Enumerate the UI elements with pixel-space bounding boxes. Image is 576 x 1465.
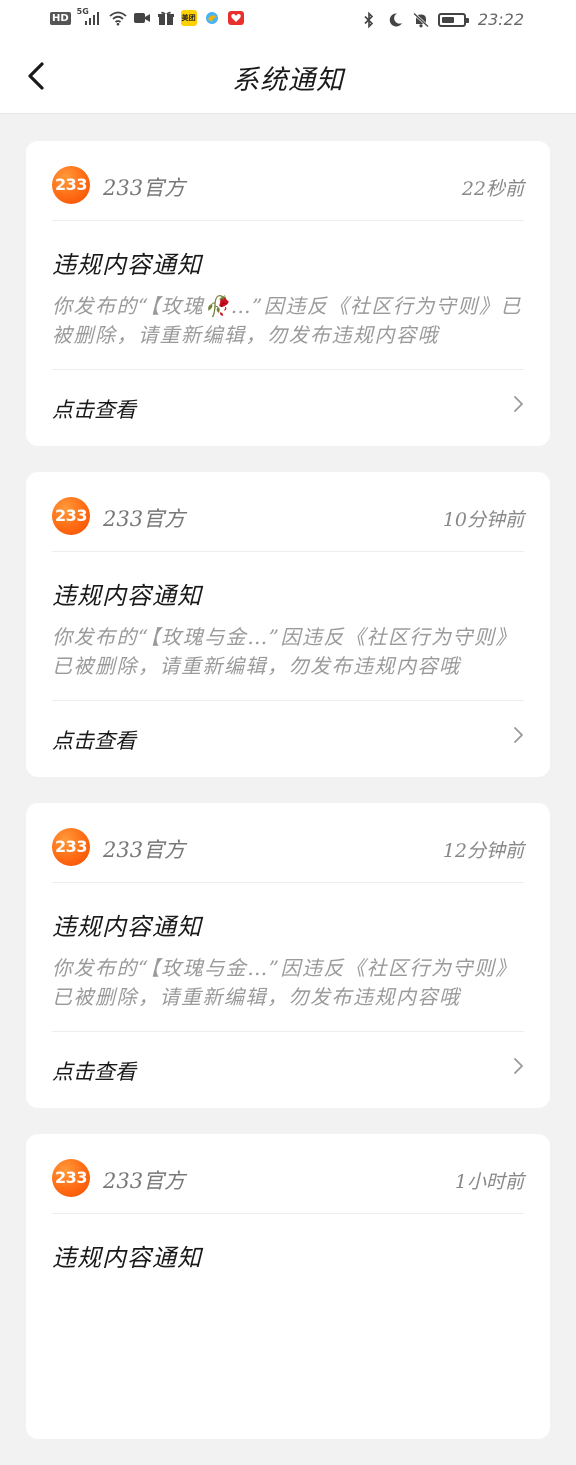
app-heart-icon: [227, 11, 244, 25]
chevron-right-icon: [514, 396, 523, 412]
hd-badge: HD: [50, 11, 71, 25]
notification-card: 233 233官方 22秒前 违规内容通知 你发布的“【玫瑰🥀…”因违反《社区行…: [26, 141, 550, 446]
status-bar-left: HD 5G 美团: [50, 7, 245, 26]
notification-body: 你发布的“【玫瑰与金…”因违反《社区行为守则》已被删除，请重新编辑，勿发布违规内…: [52, 623, 524, 701]
notification-header: 233 233官方 10分钟前: [52, 472, 524, 552]
notification-title: 违规内容通知: [52, 913, 202, 941]
status-bar-right: 23:22: [360, 10, 524, 29]
notification-card: 233 233官方 12分钟前 违规内容通知 你发布的“【玫瑰与金…”因违反《社…: [26, 803, 550, 1108]
notification-title: 违规内容通知: [52, 582, 202, 610]
notification-card: 233 233官方 1小时前 违规内容通知: [26, 1134, 550, 1439]
notification-header: 233 233官方 12分钟前: [52, 803, 524, 883]
page-title: 系统通知: [232, 65, 344, 96]
status-bar: HD 5G 美团 23:22: [0, 0, 576, 40]
notification-header: 233 233官方 1小时前: [52, 1134, 524, 1214]
sender-name: 233官方: [103, 1169, 186, 1193]
sender-logo-icon: 233: [52, 166, 90, 204]
view-details-button[interactable]: 点击查看: [52, 370, 524, 446]
battery-level: [441, 16, 454, 23]
view-details-button[interactable]: 点击查看: [52, 1032, 524, 1108]
sender-name: 233官方: [103, 176, 186, 200]
notification-header: 233 233官方 22秒前: [52, 141, 524, 221]
notification-title: 违规内容通知: [52, 1244, 202, 1272]
mute-bell-icon: [413, 12, 429, 27]
notification-body: 你发布的“【玫瑰🥀…”因违反《社区行为守则》已被删除，请重新编辑，勿发布违规内容…: [52, 292, 524, 370]
notification-list: 233 233官方 22秒前 违规内容通知 你发布的“【玫瑰🥀…”因违反《社区行…: [26, 141, 550, 1465]
view-details-label: 点击查看: [52, 729, 136, 753]
wifi-icon: [109, 11, 127, 26]
top-app-bar: 系统通知: [0, 40, 576, 114]
view-details-label: 点击查看: [52, 1060, 136, 1084]
notification-card: 233 233官方 10分钟前 违规内容通知 你发布的“【玫瑰与金…”因违反《社…: [26, 472, 550, 777]
app-bird-icon: [205, 12, 218, 24]
bluetooth-icon: [364, 11, 374, 28]
notification-time: 12分钟前: [442, 840, 524, 862]
meituan-icon: 美团: [180, 10, 197, 26]
view-details-button[interactable]: 点击查看: [52, 701, 524, 777]
sender-name: 233官方: [103, 838, 186, 862]
status-time: 23:22: [477, 10, 524, 29]
sender-logo-icon: 233: [52, 497, 90, 535]
chevron-right-icon: [514, 727, 523, 743]
moon-icon: [389, 12, 402, 26]
cellular-signal-icon: 5G: [77, 7, 103, 26]
chevron-right-icon: [514, 1058, 523, 1074]
video-camera-icon: [133, 13, 150, 23]
sender-name: 233官方: [103, 507, 186, 531]
gift-icon: [157, 11, 174, 25]
battery-icon: [437, 12, 469, 27]
sender-logo-icon: 233: [52, 828, 90, 866]
notification-body: 你发布的“【玫瑰与金…”因违反《社区行为守则》已被删除，请重新编辑，勿发布违规内…: [52, 954, 524, 1032]
notification-time: 22秒前: [461, 178, 524, 200]
sender-logo-icon: 233: [52, 1159, 90, 1197]
notification-time: 10分钟前: [442, 509, 524, 531]
view-details-label: 点击查看: [52, 398, 136, 422]
notification-title: 违规内容通知: [52, 251, 202, 279]
notification-time: 1小时前: [454, 1171, 524, 1193]
